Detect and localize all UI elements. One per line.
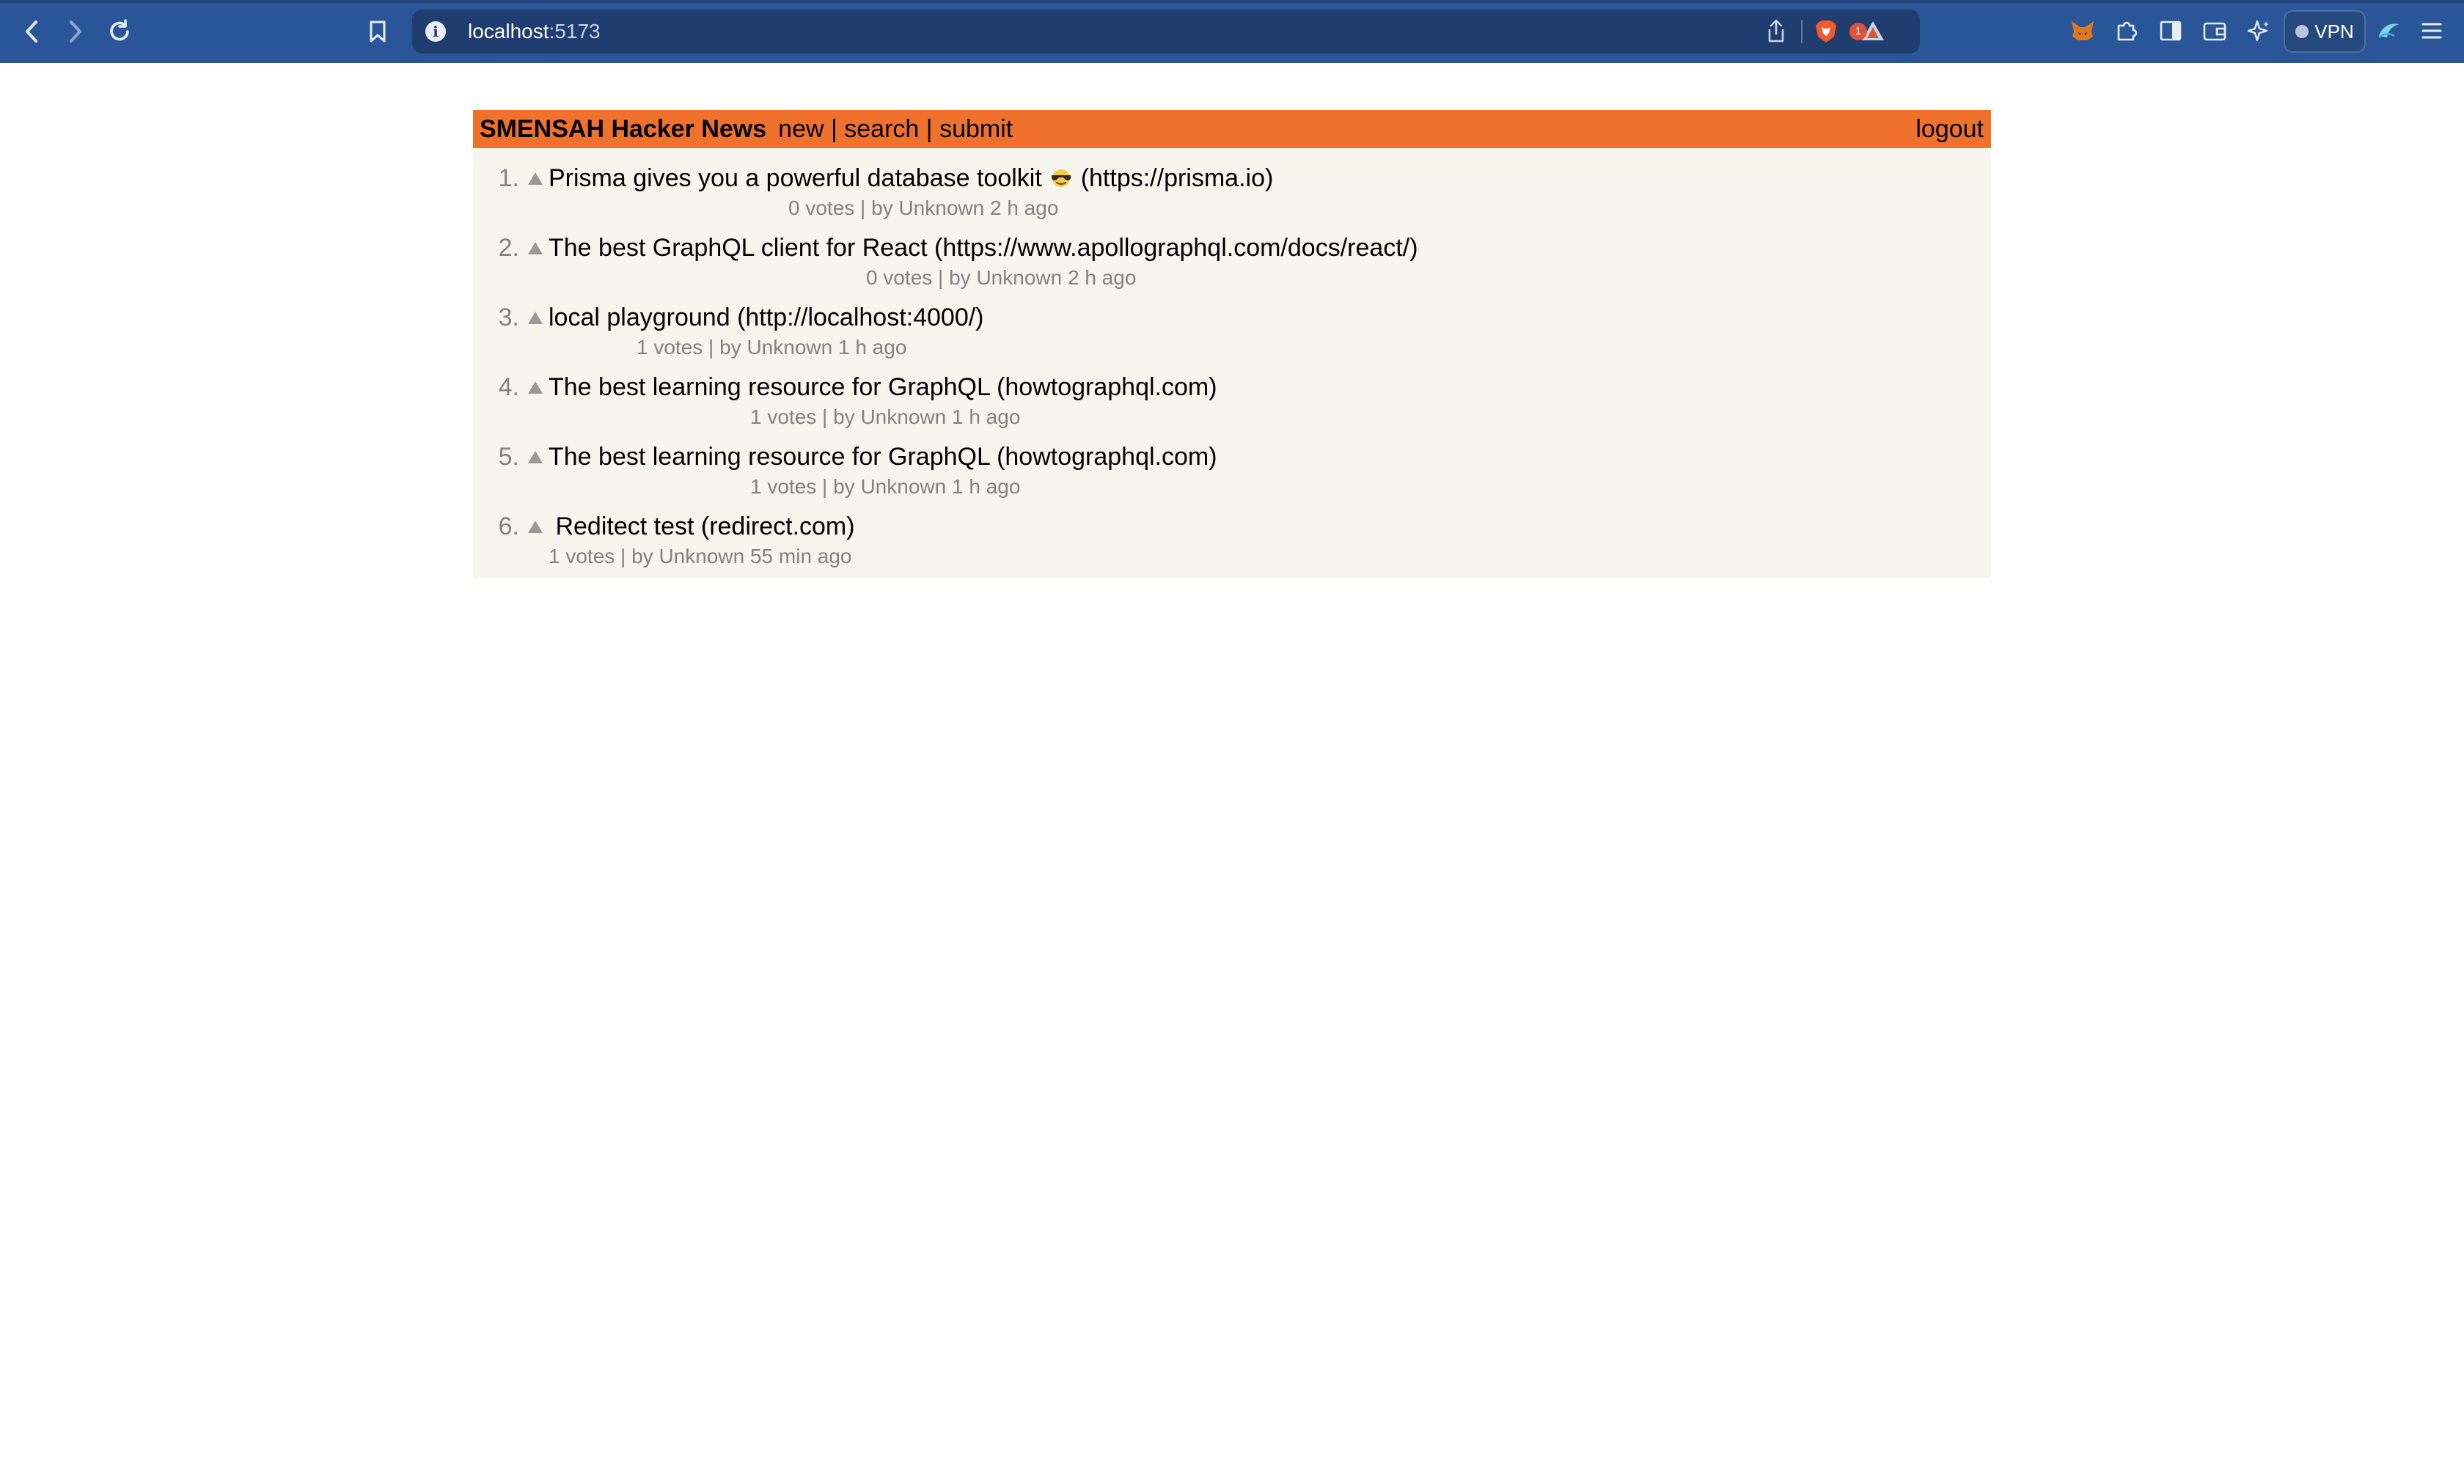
story-title[interactable]: local playground <box>549 304 730 331</box>
url-port: :5173 <box>549 20 601 43</box>
sidebar-icon <box>2160 21 2182 41</box>
notification-badge: 1 <box>1849 23 1867 40</box>
story-rank: 1. <box>498 164 519 192</box>
address-bar[interactable]: i localhost:5173 1 <box>412 10 1920 54</box>
upvote-arrow-icon[interactable] <box>528 451 543 463</box>
bookmark-icon <box>370 21 386 43</box>
wallet-button[interactable] <box>2199 15 2231 47</box>
story-item: 6. Reditect test (redirect.com) 1 votes … <box>473 513 1991 582</box>
header-nav: new | search | submit <box>778 115 1013 144</box>
brave-shields-button[interactable] <box>1813 18 1839 45</box>
leo-ai-button[interactable] <box>2243 15 2275 47</box>
back-button[interactable] <box>13 13 50 50</box>
story-url: (howtographql.com) <box>997 443 1217 471</box>
brave-lion-icon <box>1816 21 1836 43</box>
story-url: (https://www.apollographql.com/docs/reac… <box>934 234 1418 262</box>
main-menu-button[interactable] <box>2416 15 2448 47</box>
nav-submit-link[interactable]: submit <box>939 115 1013 143</box>
story-meta: 1 votes | by Unknown 1 h ago <box>750 475 1021 498</box>
story-item: 2. The best GraphQL client for React (ht… <box>473 234 1991 304</box>
reload-button[interactable] <box>101 13 138 50</box>
metamask-extension-button[interactable] <box>2067 15 2099 47</box>
story-rank: 3. <box>498 304 519 331</box>
vpn-status-icon <box>2295 25 2309 38</box>
chevron-right-icon <box>70 21 81 43</box>
nav-separator: | <box>824 114 845 143</box>
story-meta: 1 votes | by Unknown 55 min ago <box>549 545 852 567</box>
story-title[interactable]: The best learning resource for GraphQL <box>549 443 990 471</box>
story-title[interactable]: Reditect test <box>549 513 694 540</box>
story-meta: 1 votes | by Unknown 1 h ago <box>637 336 907 359</box>
story-title-line: Prisma gives you a powerful database too… <box>549 164 1273 193</box>
site-info-icon[interactable]: i <box>425 21 446 42</box>
upvote-arrow-icon[interactable] <box>528 172 543 185</box>
share-icon <box>1768 19 1784 43</box>
hn-header-bar: SMENSAH Hacker News new | search | submi… <box>473 110 1991 148</box>
chevron-left-icon <box>26 21 37 43</box>
story-url: (http://localhost:4000/) <box>737 304 984 331</box>
story-title-line: The best learning resource for GraphQL (… <box>549 443 1217 471</box>
story-title-line: local playground (http://localhost:4000/… <box>549 304 984 332</box>
story-url: (https://prisma.io) <box>1080 164 1274 192</box>
puzzle-piece-icon <box>2117 21 2138 41</box>
browser-toolbar: i localhost:5173 1 VPN <box>0 0 2464 63</box>
nav-new-link[interactable]: new <box>778 115 824 143</box>
story-rank: 5. <box>498 443 519 471</box>
hacker-news-container: SMENSAH Hacker News new | search | submi… <box>473 110 1991 578</box>
story-rank: 2. <box>498 234 519 262</box>
story-meta: 1 votes | by Unknown 1 h ago <box>750 405 1021 428</box>
site-brand[interactable]: SMENSAH Hacker News <box>480 115 766 144</box>
nav-search-link[interactable]: search <box>844 115 919 143</box>
upvote-arrow-icon[interactable] <box>528 381 543 394</box>
toolbar-top-border <box>0 0 2464 3</box>
brave-rewards-button[interactable]: 1 <box>1849 18 1889 45</box>
story-title-line: The best learning resource for GraphQL (… <box>549 373 1217 402</box>
story-item: 1. Prisma gives you a powerful database … <box>473 164 1991 234</box>
upvote-arrow-icon[interactable] <box>528 521 543 533</box>
nav-separator: | <box>919 114 940 143</box>
sidebar-toggle-button[interactable] <box>2155 15 2187 47</box>
profile-button[interactable] <box>2373 15 2405 47</box>
vpn-button[interactable]: VPN <box>2284 10 2366 53</box>
upvote-arrow-icon[interactable] <box>528 312 543 324</box>
story-title[interactable]: The best learning resource for GraphQL <box>549 373 990 401</box>
share-button[interactable] <box>1763 18 1789 45</box>
sunglasses-emoji-icon <box>1052 169 1071 187</box>
story-title[interactable]: The best GraphQL client for React <box>549 234 928 262</box>
wave-profile-icon <box>2378 23 2399 39</box>
upvote-arrow-icon[interactable] <box>528 242 543 254</box>
fox-icon <box>2072 21 2094 40</box>
story-url: (howtographql.com) <box>997 373 1217 401</box>
sparkle-icon <box>2247 20 2269 42</box>
story-item: 4. The best learning resource for GraphQ… <box>473 373 1991 443</box>
reload-icon <box>110 19 129 41</box>
bookmark-button[interactable] <box>359 13 396 50</box>
story-title-line: Reditect test (redirect.com) <box>549 513 855 541</box>
story-rank: 4. <box>498 373 519 401</box>
address-bar-divider <box>1801 20 1803 43</box>
logout-link[interactable]: logout <box>1915 115 1984 144</box>
url-host: localhost <box>468 20 549 43</box>
wallet-icon <box>2203 22 2226 41</box>
address-text[interactable]: localhost:5173 <box>468 20 601 43</box>
story-meta: 0 votes | by Unknown 2 h ago <box>788 196 1059 219</box>
story-title[interactable]: Prisma gives you a powerful database too… <box>549 164 1042 192</box>
story-item: 5. The best learning resource for GraphQ… <box>473 443 1991 513</box>
hamburger-menu-icon <box>2421 23 2442 39</box>
extensions-button[interactable] <box>2111 15 2143 47</box>
vpn-label: VPN <box>2314 20 2354 43</box>
story-rank: 6. <box>498 513 519 540</box>
story-item: 3. local playground (http://localhost:40… <box>473 304 1991 373</box>
story-meta: 0 votes | by Unknown 2 h ago <box>866 266 1137 289</box>
story-title-line: The best GraphQL client for React (https… <box>549 234 1418 262</box>
story-url: (redirect.com) <box>700 513 855 540</box>
forward-button[interactable] <box>57 13 94 50</box>
